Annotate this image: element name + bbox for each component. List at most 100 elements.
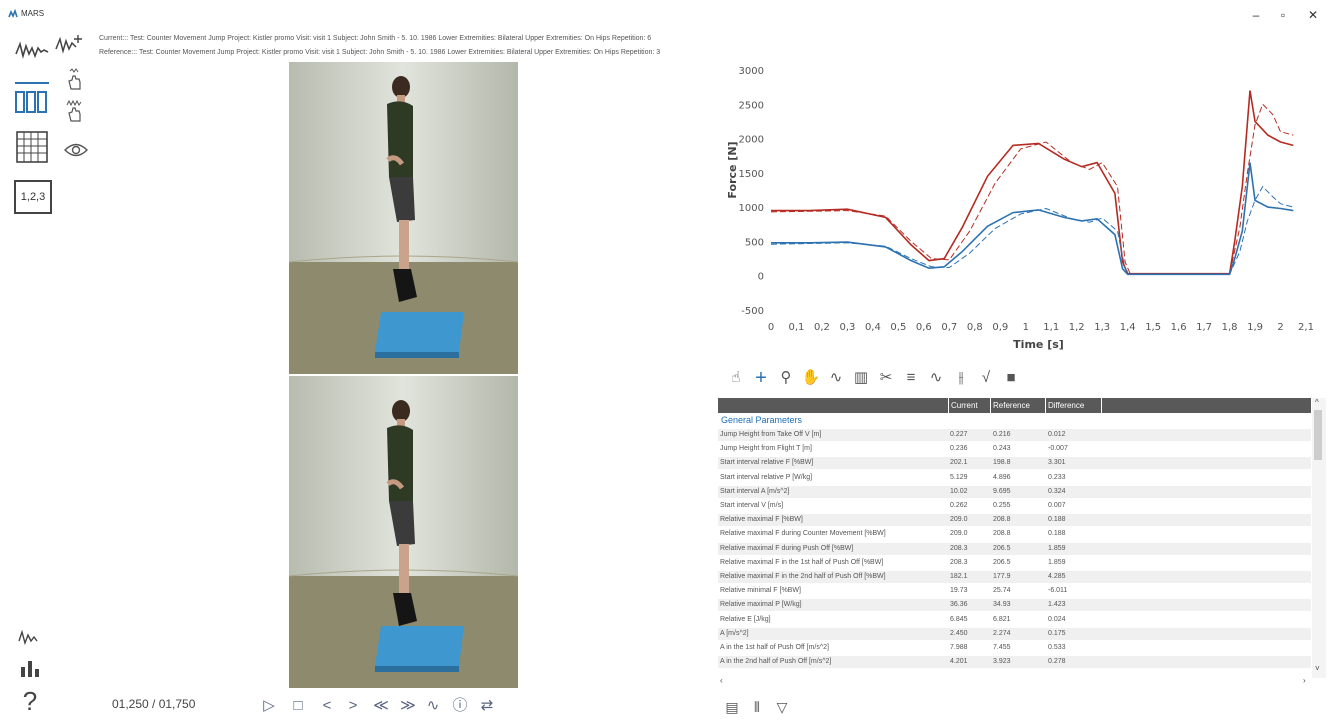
column-header-difference[interactable]: Difference [1045,398,1102,413]
scroll-right-icon[interactable]: › [1303,676,1306,685]
signal-small-icon [18,629,38,646]
current-value: 182.1 [950,573,968,580]
current-value: 5.129 [950,473,968,481]
table-row[interactable]: Relative maximal F in the 2nd half of Pu… [718,571,1311,583]
y-tick-label: 1500 [739,169,764,180]
multi-touch-tool-button[interactable]: ☝ [726,368,746,388]
x-tick-label: 2 [1277,322,1283,333]
export-icon: ▤ [725,699,739,715]
force-chart[interactable]: 3000 2500 2000 1500 1000 500 0 -500 0 0,1 0,2 0,3 0,… [716,60,1328,356]
filter-signal-tool-button[interactable]: ∿ [926,368,946,388]
reference-value: 6.821 [993,615,1011,623]
camera-tool-button[interactable]: ■ [1001,368,1021,388]
scissors-tool-button[interactable]: ✂ [876,368,896,388]
multi-touch-button[interactable] [62,98,86,124]
multi-touch-icon: ☝ [731,369,741,386]
table-row[interactable]: Relative maximal F during Counter Moveme… [718,528,1311,540]
x-tick-label: 1,5 [1145,322,1161,333]
table-row[interactable]: Jump Height from Take Off V [m] 0.227 0.21… [718,429,1311,441]
column-header-current[interactable]: Current [948,398,990,413]
crosshair-tool-button[interactable]: + [751,368,771,388]
y-tick-label: 0 [758,272,764,283]
next-frame-button[interactable]: > [342,696,364,716]
signal-sync-button[interactable]: ∿ [422,696,444,716]
single-touch-icon [68,68,81,90]
scroll-left-icon[interactable]: ‹ [720,676,723,685]
current-value: 6.845 [950,615,968,623]
table-row[interactable]: Start interval relative F [%BW] 202.1 198.… [718,457,1311,470]
rewind-button[interactable]: ≪ [370,696,392,716]
export-button[interactable]: ▤ [723,698,741,716]
table-row[interactable]: Relative maximal F during Push Off [%BW]… [718,542,1311,555]
scroll-down-icon[interactable]: ˅ [1315,664,1320,673]
add-signal-button[interactable] [54,30,86,56]
close-button[interactable]: ✕ [1302,6,1324,24]
parameter-name: Relative maximal F in the 1st half of Pu… [720,558,884,566]
maximize-button[interactable]: ▫ [1272,6,1294,24]
reference-value: 4.896 [993,473,1011,481]
table-row[interactable]: Start interval V [m/s] 0.262 0.255 0.007 [718,500,1311,512]
scrollbar-thumb[interactable] [1314,410,1322,460]
reference-value: 2.274 [993,629,1011,637]
statistics-button[interactable] [16,656,44,680]
rewind-icon: ≪ [373,697,389,714]
table-row[interactable]: Jump Height from Flight T [m] 0.236 0.243 -… [718,443,1311,455]
fast-forward-button[interactable]: ≫ [397,696,419,716]
parameter-name: Start interval A [m/s^2] [720,487,790,495]
video-swap-button[interactable]: ⇄ [476,696,498,716]
table-view-button[interactable] [14,129,50,165]
zoom-tool-button[interactable]: ⚲ [776,368,796,388]
table-row[interactable]: A [m/s^2] 2.450 2.274 0.175 [718,627,1311,640]
difference-value: 0.175 [1048,629,1066,637]
check-signal-tool-button[interactable]: √ [976,368,996,388]
minimize-button[interactable]: – [1245,6,1267,24]
force-chart-svg: 3000 2500 2000 1500 1000 500 0 -500 0 0,1 0,2 0,3 0,… [726,66,1314,351]
play-button[interactable]: ▷ [258,696,280,716]
signal-tool-button[interactable]: ∿ [826,368,846,388]
eye-button[interactable] [62,138,90,162]
table-row[interactable]: Relative maximal F in the 1st half of Pu… [718,557,1311,569]
info-button[interactable]: ⓘ [449,696,471,716]
table-row[interactable]: Relative minimal F [%BW] 19.73 25.74 -6.011 [718,585,1311,597]
x-tick-label: 0,4 [865,322,881,333]
stop-button[interactable]: □ [287,696,309,716]
column-header-reference[interactable]: Reference [990,398,1045,413]
signal-mode-button[interactable] [16,626,44,648]
reference-video-frame[interactable] [289,376,518,688]
parameter-name: A in the 1st half of Push Off [m/s^2] [720,644,829,651]
help-button[interactable]: ? [18,686,42,716]
bars-view-button[interactable] [12,80,52,120]
table-row[interactable]: Relative E [J/kg] 6.845 6.821 0.024 [718,614,1311,626]
reference-info-line: Reference::: Test: Counter Movement Jump… [99,49,661,56]
table-row[interactable]: Relative maximal P [W/kg] 36.36 34.93 1.423 [718,599,1311,612]
table-scrollbar[interactable]: ^ ˅ [1312,398,1326,678]
table-horizontal-scrollbar[interactable]: ‹ › [718,676,1311,686]
table-row[interactable]: Start interval relative P [W/kg] 5.129 4.8… [718,472,1311,484]
current-video-frame[interactable] [289,62,518,374]
signal-view-button[interactable] [14,36,50,64]
bar-chart-tool-button[interactable]: ▥ [851,368,871,388]
current-value: 208.3 [950,544,968,552]
adjust-button[interactable]: ⫴ [748,698,766,716]
cursor-split-tool-button[interactable]: ⫲ [951,368,971,388]
table-row[interactable]: A in the 1st half of Push Off [m/s^2] 7.9… [718,642,1311,654]
list-tool-button[interactable]: ≡ [901,368,921,388]
table-row[interactable]: Relative maximal F [%BW] 209.0 208.8 0.188 [718,514,1311,527]
scroll-up-icon[interactable]: ^ [1315,398,1319,407]
reference-value: 198.8 [993,459,1011,467]
check-signal-icon: √ [981,369,991,386]
table-row[interactable]: A in the 2nd half of Push Off [m/s^2] 4.2… [718,656,1311,669]
single-touch-button[interactable] [62,66,86,92]
stop-icon: □ [293,697,303,714]
filter-button[interactable]: ▽ [773,698,791,716]
app-logo-icon [8,9,18,18]
x-tick-label: 0,6 [916,322,932,333]
numbers-view-button[interactable]: 1,2,3 [14,180,52,214]
table-row[interactable]: Start interval A [m/s^2] 10.02 9.695 0.324 [718,485,1311,498]
filter-icon: ▽ [776,699,788,715]
x-tick-label: 0,9 [992,322,1008,333]
series-line-2 [771,162,1294,276]
pan-hand-tool-button[interactable]: ✋ [801,368,821,388]
difference-value: 0.012 [1048,431,1066,438]
prev-frame-button[interactable]: < [316,696,338,716]
